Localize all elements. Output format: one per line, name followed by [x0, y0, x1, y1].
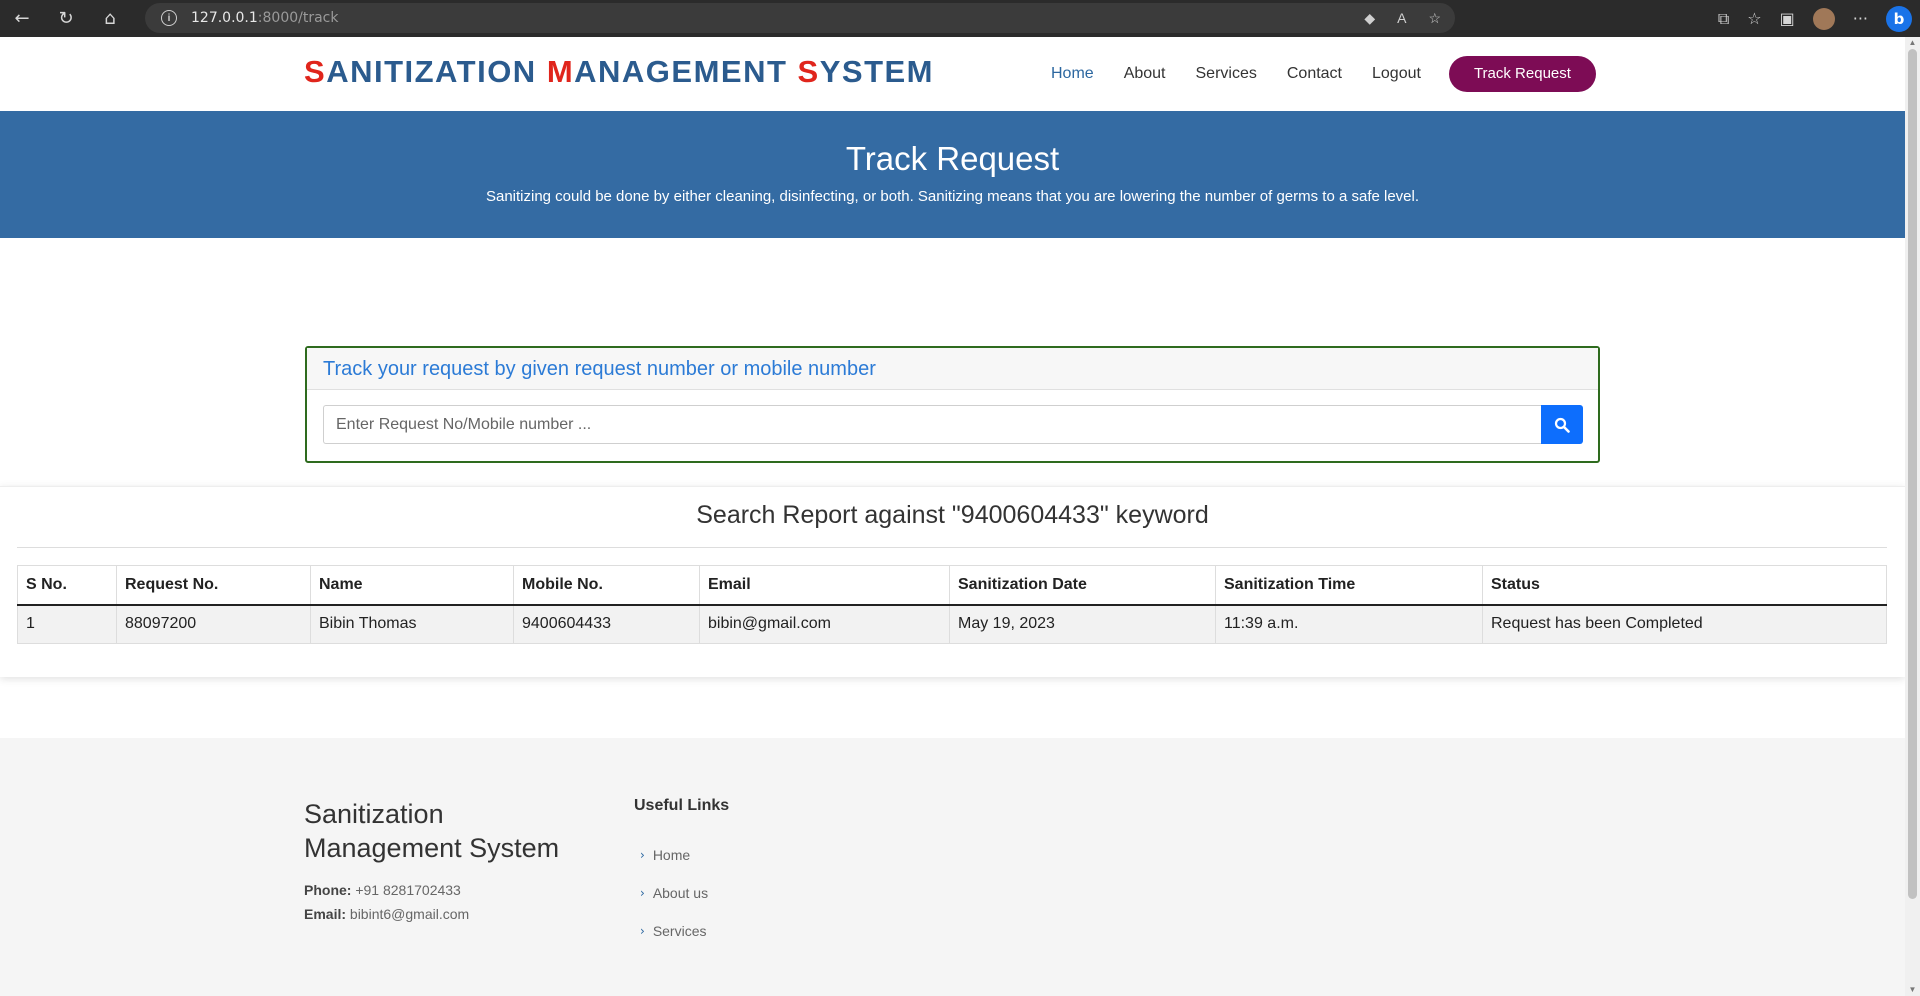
table-cell: Bibin Thomas	[310, 604, 514, 644]
chevron-right-icon: ›	[640, 886, 645, 900]
page-subtitle: Sanitizing could be done by either clean…	[485, 188, 1420, 205]
table-cell: 88097200	[116, 604, 311, 644]
column-header: Request No.	[116, 565, 311, 606]
email-label: Email:	[304, 906, 347, 922]
footer-link-services[interactable]: › Services	[640, 912, 708, 950]
home-icon[interactable]: ⌂	[88, 0, 132, 37]
column-header: S No.	[17, 565, 117, 606]
footer-brand-line: Management System	[304, 833, 560, 863]
favorite-add-icon[interactable]: ☆	[1428, 10, 1441, 27]
footer-brand: Sanitization Management System	[304, 797, 559, 865]
more-icon[interactable]: ···	[1853, 9, 1868, 28]
column-header: Sanitization Time	[1215, 565, 1483, 606]
read-aloud-icon[interactable]: A	[1397, 10, 1406, 27]
site-logo[interactable]: SANITIZATION MANAGEMENT SYSTEM	[304, 54, 934, 90]
footer-link-label: Home	[652, 847, 691, 863]
column-header: Name	[310, 565, 514, 606]
logo-text: ANAGEMENT	[574, 54, 798, 89]
column-header: Sanitization Date	[949, 565, 1216, 606]
column-header: Mobile No.	[513, 565, 700, 606]
logo-text: ANITIZATION	[326, 54, 547, 89]
table-cell: 1	[17, 604, 117, 644]
table-cell: 9400604433	[513, 604, 700, 644]
nav-home[interactable]: Home	[1051, 56, 1094, 92]
extensions-icon[interactable]: ⧉	[1718, 9, 1729, 29]
scroll-up-icon[interactable]: ▲	[1905, 37, 1920, 49]
logo-text: YSTEM	[819, 54, 935, 89]
page-scrollbar[interactable]: ▲ ▼	[1905, 37, 1920, 996]
reload-icon[interactable]: ↻	[44, 0, 88, 37]
nav-about[interactable]: About	[1124, 56, 1166, 92]
phone-value: +91 8281702433	[355, 882, 461, 898]
browser-toolbar: ← ↻ ⌂ i 127.0.0.1:8000/track ◆ A ☆ ⧉ ☆ ▣…	[0, 0, 1920, 37]
scrollbar-thumb[interactable]	[1908, 49, 1917, 899]
logo-letter: S	[304, 54, 327, 89]
nav-logout[interactable]: Logout	[1372, 56, 1421, 92]
collections-icon[interactable]: ▣	[1780, 9, 1795, 28]
logo-letter: M	[546, 54, 575, 89]
phone-label: Phone:	[304, 882, 352, 898]
url-text[interactable]: 127.0.0.1:8000/track	[191, 10, 339, 26]
scroll-down-icon[interactable]: ▼	[1905, 984, 1920, 996]
page-banner: Track Request Sanitizing could be done b…	[0, 111, 1905, 238]
search-input[interactable]	[323, 405, 1541, 444]
chevron-right-icon: ›	[640, 848, 645, 862]
email-value: bibint6@gmail.com	[349, 906, 470, 922]
column-header: Email	[699, 565, 950, 606]
page-viewport: SANITIZATION MANAGEMENT SYSTEM Home Abou…	[0, 37, 1905, 996]
table-cell: bibin@gmail.com	[699, 604, 950, 644]
report-table: S No. Request No. Name Mobile No. Email …	[17, 565, 1887, 644]
search-icon	[1554, 417, 1570, 433]
site-footer: Sanitization Management System Phone: +9…	[0, 738, 1905, 996]
report-title: Search Report against "9400604433" keywo…	[696, 501, 1209, 529]
table-cell: Request has been Completed	[1482, 604, 1887, 644]
search-row	[323, 405, 1583, 444]
table-cell: May 19, 2023	[949, 604, 1216, 644]
tag-icon[interactable]: ◆	[1364, 10, 1375, 27]
favorites-icon[interactable]: ☆	[1747, 9, 1761, 28]
table-cell: 11:39 a.m.	[1215, 604, 1483, 644]
site-header: SANITIZATION MANAGEMENT SYSTEM Home Abou…	[0, 37, 1905, 111]
url-host: 127.0.0.1	[191, 10, 258, 26]
column-header: Status	[1482, 565, 1887, 606]
footer-link-home[interactable]: › Home	[640, 836, 708, 874]
table-header-row: S No. Request No. Name Mobile No. Email …	[17, 565, 1887, 606]
url-path: :8000/track	[257, 10, 339, 26]
logo-letter: S	[797, 54, 820, 89]
chevron-right-icon: ›	[640, 924, 645, 938]
footer-link-label: Services	[652, 923, 707, 939]
footer-link-about[interactable]: › About us	[640, 874, 708, 912]
footer-links: › Home › About us › Services	[640, 836, 708, 950]
divider	[17, 547, 1887, 548]
useful-links-title: Useful Links	[634, 797, 730, 814]
search-button[interactable]	[1541, 405, 1583, 444]
track-request-card: Track your request by given request numb…	[305, 346, 1600, 463]
footer-link-label: About us	[652, 885, 709, 901]
main-nav: Home About Services Contact Logout Track…	[1051, 56, 1596, 92]
page-title: Track Request	[845, 140, 1060, 177]
track-card-heading: Track your request by given request numb…	[307, 348, 1598, 390]
profile-avatar[interactable]	[1812, 7, 1835, 30]
back-icon[interactable]: ←	[0, 0, 44, 37]
table-row: 1 88097200 Bibin Thomas 9400604433 bibin…	[17, 604, 1887, 644]
search-report: Search Report against "9400604433" keywo…	[0, 486, 1905, 677]
site-info-icon[interactable]: i	[161, 10, 177, 26]
nav-services[interactable]: Services	[1196, 56, 1257, 92]
copilot-icon[interactable]: b	[1886, 5, 1912, 32]
address-bar[interactable]: i 127.0.0.1:8000/track ◆ A ☆	[145, 3, 1455, 33]
nav-contact[interactable]: Contact	[1287, 56, 1342, 92]
track-request-button[interactable]: Track Request	[1448, 56, 1596, 92]
footer-brand-line: Sanitization	[304, 799, 444, 829]
footer-contact: Phone: +91 8281702433 Email: bibint6@gma…	[304, 878, 469, 926]
